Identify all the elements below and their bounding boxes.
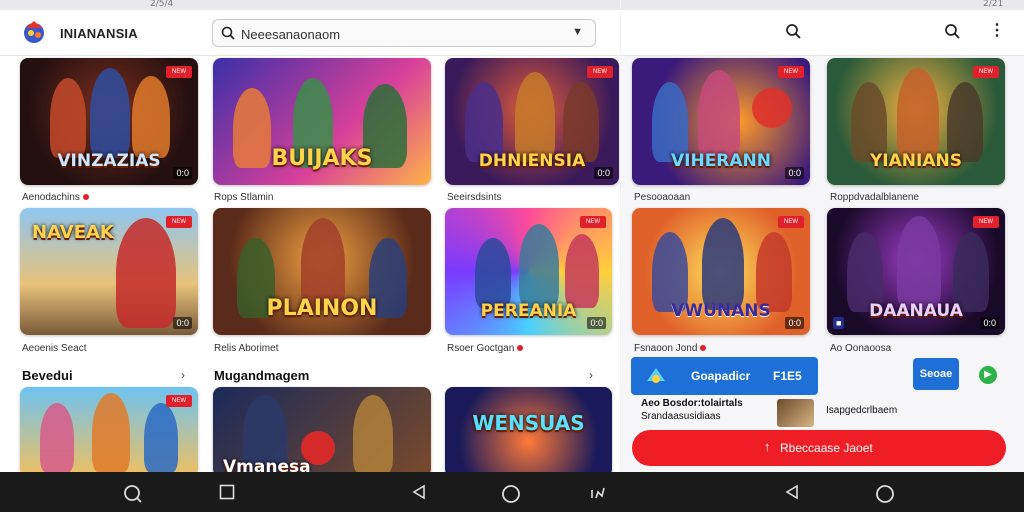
- play-icon[interactable]: ▶: [979, 366, 997, 384]
- more-menu-icon[interactable]: ⋮: [989, 21, 1005, 41]
- chevron-right-icon[interactable]: ›: [181, 368, 185, 382]
- card-caption: Rops Stlamin: [214, 192, 274, 203]
- news-subline: Srandaasusidiaas: [641, 411, 721, 422]
- card-title: VIHERANN: [670, 151, 772, 171]
- signal-icon: [591, 487, 605, 499]
- game-card[interactable]: DAANAUA NEW 0:0 ■: [827, 208, 1005, 335]
- card-corner-label: 0:0: [594, 167, 613, 179]
- gift-icon: [647, 368, 665, 383]
- new-badge: NEW: [166, 66, 192, 78]
- card-corner-label: 0:0: [173, 167, 192, 179]
- card-corner-label: 0:0: [980, 317, 999, 329]
- search-icon[interactable]: [944, 23, 960, 39]
- card-corner-label: 0:0: [173, 317, 192, 329]
- card-caption: Relis Aborimet: [214, 343, 279, 354]
- new-badge: NEW: [973, 66, 999, 78]
- card-title: BUIJAKS: [271, 146, 373, 171]
- recents-icon[interactable]: [219, 484, 235, 500]
- app-bar: INIANANSIA Neeesanaonaom ▼: [0, 10, 620, 56]
- search-placeholder: Neeesanaonaom: [241, 27, 341, 42]
- card-caption: Aenodachins: [22, 192, 89, 203]
- brand-name: INIANANSIA: [60, 26, 138, 41]
- status-time: 2/5/4: [150, 0, 174, 9]
- mic-icon[interactable]: ▼: [572, 26, 583, 38]
- promo-button[interactable]: Goapadicr F1E5: [631, 357, 818, 395]
- secondary-button[interactable]: Seoae: [913, 358, 959, 390]
- card-title: DAANAUA: [869, 301, 963, 321]
- search-icon[interactable]: [785, 23, 801, 39]
- app-logo-icon[interactable]: [20, 18, 48, 46]
- back-icon[interactable]: [784, 484, 800, 500]
- news-headline[interactable]: Isapgedcrlbaem: [826, 405, 897, 416]
- game-card[interactable]: BUIJAKS: [213, 58, 431, 185]
- card-title: WENSUAS: [472, 411, 585, 435]
- search-nav-icon[interactable]: [123, 484, 143, 504]
- arrow-up-icon: ↑: [764, 439, 771, 454]
- card-caption: Ao Oonaoosa: [830, 343, 892, 354]
- card-corner-label: 0:0: [587, 317, 606, 329]
- section-title: Mugandmagem: [214, 368, 310, 383]
- game-card[interactable]: PEREANIA NEW 0:0: [445, 208, 612, 335]
- promo-value: F1E5: [773, 369, 802, 383]
- game-card[interactable]: WENSUAS: [445, 387, 612, 472]
- game-card[interactable]: DHNIENSIA NEW 0:0: [445, 58, 619, 185]
- game-card[interactable]: PLAINON: [213, 208, 431, 335]
- game-card[interactable]: VWUNANS NEW 0:0: [632, 208, 810, 335]
- status-time: 2/21: [983, 0, 1004, 9]
- game-card[interactable]: YIANIANS NEW: [827, 58, 1005, 185]
- new-badge: NEW: [973, 216, 999, 228]
- new-badge: NEW: [778, 216, 804, 228]
- card-caption: Aeoenis Seact: [22, 343, 87, 354]
- new-badge: NEW: [778, 66, 804, 78]
- left-screen: 2/5/4 INIANANSIA Neeesanaonaom ▼ VINZAZI…: [0, 0, 620, 472]
- status-bar: 2/21: [621, 0, 1024, 10]
- back-icon[interactable]: [411, 484, 427, 500]
- system-nav-bar: [0, 472, 1024, 512]
- card-title: DHNIENSIA: [478, 151, 586, 171]
- section-title: Bevedui: [22, 368, 73, 383]
- home-icon[interactable]: [501, 484, 521, 504]
- new-badge: NEW: [580, 216, 606, 228]
- card-title: VINZAZIAS: [57, 151, 161, 171]
- new-badge: NEW: [166, 216, 192, 228]
- app-bar: ⋮: [621, 10, 1024, 56]
- new-badge: NEW: [166, 395, 192, 407]
- card-title: PLAINON: [266, 296, 378, 321]
- game-card[interactable]: NAVEAK NEW 0:0: [20, 208, 198, 335]
- news-thumbnail[interactable]: [777, 399, 814, 427]
- cta-button[interactable]: ↑ Rbeccaase Jaoet: [632, 430, 1006, 466]
- new-badge: NEW: [587, 66, 613, 78]
- chevron-right-icon[interactable]: ›: [589, 368, 593, 382]
- promo-label: Goapadicr: [691, 369, 751, 383]
- card-caption: Pesooaoaan: [634, 192, 691, 203]
- card-caption: Fsnaoon Jond: [634, 343, 707, 354]
- game-card[interactable]: VIHERANN NEW 0:0: [632, 58, 810, 185]
- card-corner-label: 0:0: [785, 167, 804, 179]
- status-bar: 2/5/4: [0, 0, 620, 10]
- card-caption: Roppdvadalblanene: [830, 192, 919, 203]
- search-icon: [221, 26, 235, 40]
- gamepad-icon: ■: [833, 317, 845, 329]
- cta-label: Rbeccaase Jaoet: [780, 441, 873, 455]
- card-title: Vmanesa: [223, 457, 311, 472]
- game-card[interactable]: Vmanesa: [213, 387, 431, 472]
- search-input[interactable]: Neeesanaonaom ▼: [212, 19, 596, 47]
- game-card[interactable]: NEW: [20, 387, 198, 472]
- home-icon[interactable]: [875, 484, 895, 504]
- card-title: YIANIANS: [870, 151, 962, 171]
- card-caption: Rsoer Goctgan: [447, 343, 524, 354]
- card-caption: Seeirsdsints: [447, 192, 502, 203]
- game-card[interactable]: VINZAZIAS NEW 0:0: [20, 58, 198, 185]
- news-headline[interactable]: Aeo Bosdor:tolairtals: [641, 398, 743, 409]
- card-corner-label: 0:0: [785, 317, 804, 329]
- card-title: VWUNANS: [671, 301, 771, 321]
